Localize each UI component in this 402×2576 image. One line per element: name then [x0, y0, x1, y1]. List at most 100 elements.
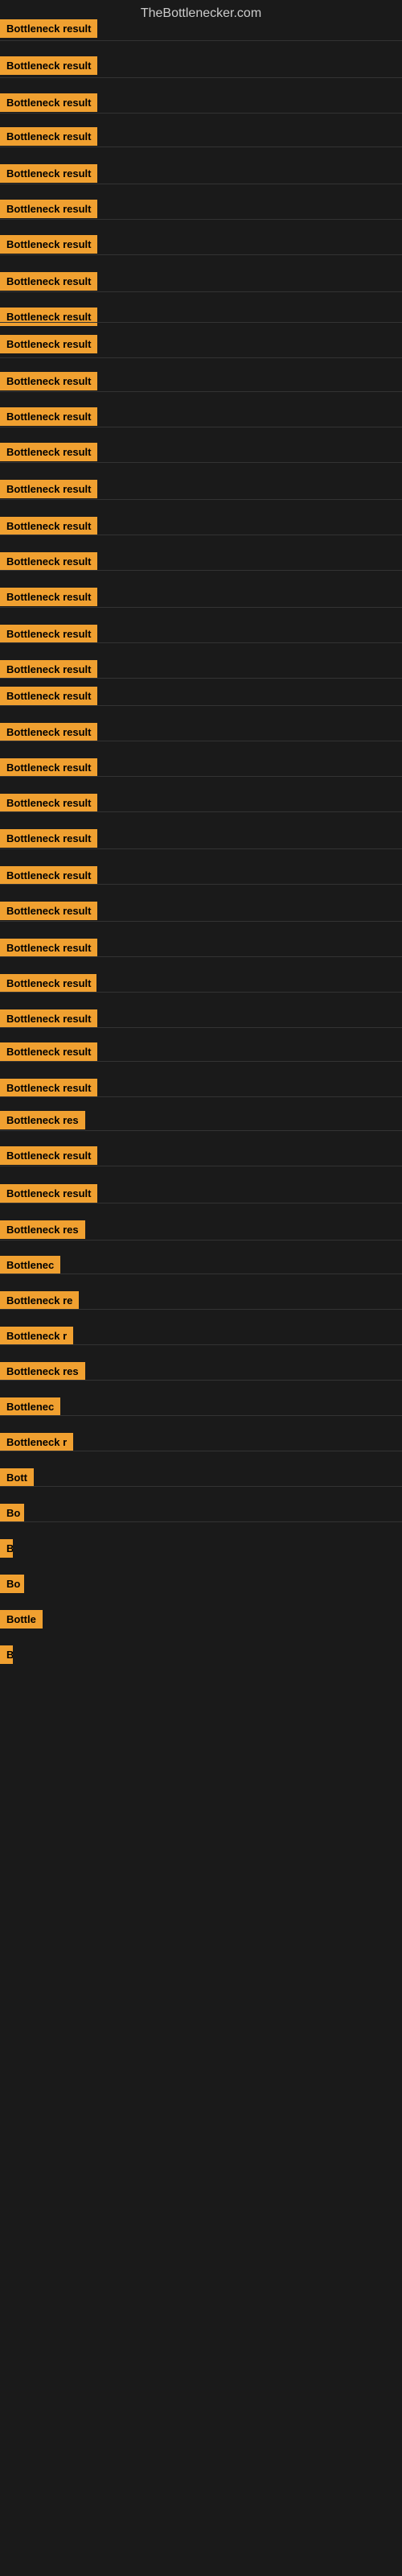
bottleneck-label: Bottleneck res: [0, 1362, 85, 1381]
separator-line: [0, 499, 402, 500]
bottleneck-label: Bottlenec: [0, 1397, 60, 1416]
separator-line: [0, 776, 402, 777]
separator-line: [0, 811, 402, 812]
bottleneck-label: Bottle: [0, 1610, 43, 1629]
bottleneck-label: Bottleneck result: [0, 56, 97, 75]
bottleneck-item: Bottlenec: [0, 1256, 60, 1278]
bottleneck-label: Bottleneck result: [0, 552, 97, 571]
separator-line: [0, 462, 402, 463]
bottleneck-label: Bottleneck result: [0, 480, 97, 498]
bottleneck-label: Bottlenec: [0, 1256, 60, 1274]
separator-line: [0, 357, 402, 358]
separator-line: [0, 1130, 402, 1131]
bottleneck-label: Bottleneck result: [0, 794, 97, 812]
bottleneck-label: Bottleneck result: [0, 164, 97, 183]
separator-line: [0, 77, 402, 78]
separator-line: [0, 1061, 402, 1062]
bottleneck-item: Bo: [0, 1504, 24, 1526]
bottleneck-label: Bottleneck result: [0, 443, 97, 461]
bottleneck-label: Bottleneck result: [0, 272, 97, 291]
bottleneck-label: Bottleneck result: [0, 758, 97, 777]
bottleneck-label: Bottleneck result: [0, 372, 97, 390]
bottleneck-item: B: [0, 1539, 13, 1562]
bottleneck-item: Bottleneck result: [0, 1009, 97, 1032]
bottleneck-label: Bo: [0, 1504, 24, 1522]
separator-line: [0, 1309, 402, 1310]
bottleneck-item: Bottleneck re: [0, 1291, 79, 1314]
bottleneck-item: Bottleneck result: [0, 758, 97, 781]
bottleneck-label: Bottleneck result: [0, 19, 97, 38]
bottleneck-label: Bottleneck result: [0, 235, 97, 254]
bottleneck-label: Bottleneck result: [0, 1184, 97, 1203]
bottleneck-item: Bottle: [0, 1610, 43, 1633]
bottleneck-label: Bottleneck result: [0, 660, 97, 679]
bottleneck-item: Bottleneck result: [0, 308, 97, 330]
separator-line: [0, 705, 402, 706]
bottleneck-label: Bottleneck res: [0, 1111, 85, 1129]
bottleneck-label: Bottleneck result: [0, 517, 97, 535]
bottleneck-item: Bottleneck result: [0, 974, 96, 997]
bottleneck-item: Bottleneck result: [0, 723, 97, 745]
bottleneck-item: Bottleneck r: [0, 1433, 73, 1455]
separator-line: [0, 254, 402, 255]
bottleneck-item: Bottleneck res: [0, 1362, 85, 1385]
separator-line: [0, 322, 402, 323]
bottleneck-item: B: [0, 1645, 13, 1668]
bottleneck-item: Bottleneck result: [0, 19, 97, 42]
bottleneck-label: Bottleneck result: [0, 902, 97, 920]
bottleneck-label: Bottleneck result: [0, 200, 97, 218]
bottleneck-label: Bottleneck result: [0, 687, 97, 705]
bottleneck-label: Bottleneck result: [0, 1009, 97, 1028]
bottleneck-label: Bottleneck r: [0, 1327, 73, 1345]
bottleneck-label: Bott: [0, 1468, 34, 1487]
separator-line: [0, 642, 402, 643]
bottleneck-label: Bottleneck result: [0, 1146, 97, 1165]
separator-line: [0, 921, 402, 922]
separator-line: [0, 848, 402, 849]
bottleneck-label: Bottleneck result: [0, 1042, 97, 1061]
bottleneck-label: Bottleneck result: [0, 1079, 97, 1097]
bottleneck-label: B: [0, 1645, 13, 1664]
bottleneck-label: B: [0, 1539, 13, 1558]
bottleneck-label: Bottleneck result: [0, 723, 97, 741]
bottleneck-item: Bottleneck result: [0, 660, 97, 683]
separator-line: [0, 607, 402, 608]
separator-line: [0, 1344, 402, 1345]
bottleneck-label: Bottleneck result: [0, 625, 97, 643]
bottleneck-item: Bottleneck result: [0, 517, 97, 539]
separator-line: [0, 40, 402, 41]
separator-line: [0, 1096, 402, 1097]
bottleneck-item: Bottleneck result: [0, 625, 97, 647]
separator-line: [0, 1027, 402, 1028]
bottleneck-label: Bottleneck result: [0, 127, 97, 146]
bottleneck-item: Bo: [0, 1575, 24, 1597]
bottleneck-label: Bottleneck result: [0, 866, 97, 885]
bottleneck-item: Bottlenec: [0, 1397, 60, 1420]
bottleneck-label: Bottleneck result: [0, 974, 96, 993]
separator-line: [0, 391, 402, 392]
separator-line: [0, 291, 402, 292]
separator-line: [0, 1415, 402, 1416]
separator-line: [0, 1240, 402, 1241]
bottleneck-label: Bo: [0, 1575, 24, 1593]
bottleneck-item: Bottleneck result: [0, 866, 97, 889]
bottleneck-item: Bottleneck result: [0, 794, 97, 816]
separator-line: [0, 884, 402, 885]
bottleneck-item: Bottleneck result: [0, 939, 97, 961]
separator-line: [0, 956, 402, 957]
bottleneck-item: Bottleneck result: [0, 552, 97, 575]
bottleneck-label: Bottleneck re: [0, 1291, 79, 1310]
separator-line: [0, 113, 402, 114]
separator-line: [0, 678, 402, 679]
bottleneck-item: Bott: [0, 1468, 34, 1491]
separator-line: [0, 570, 402, 571]
bottleneck-label: Bottleneck result: [0, 93, 97, 112]
separator-line: [0, 1521, 402, 1522]
separator-line: [0, 1486, 402, 1487]
bottleneck-label: Bottleneck result: [0, 308, 97, 326]
bottleneck-label: Bottleneck result: [0, 588, 97, 606]
bottleneck-label: Bottleneck res: [0, 1220, 85, 1239]
bottleneck-item: Bottleneck r: [0, 1327, 73, 1349]
bottleneck-label: Bottleneck result: [0, 335, 97, 353]
separator-line: [0, 219, 402, 220]
